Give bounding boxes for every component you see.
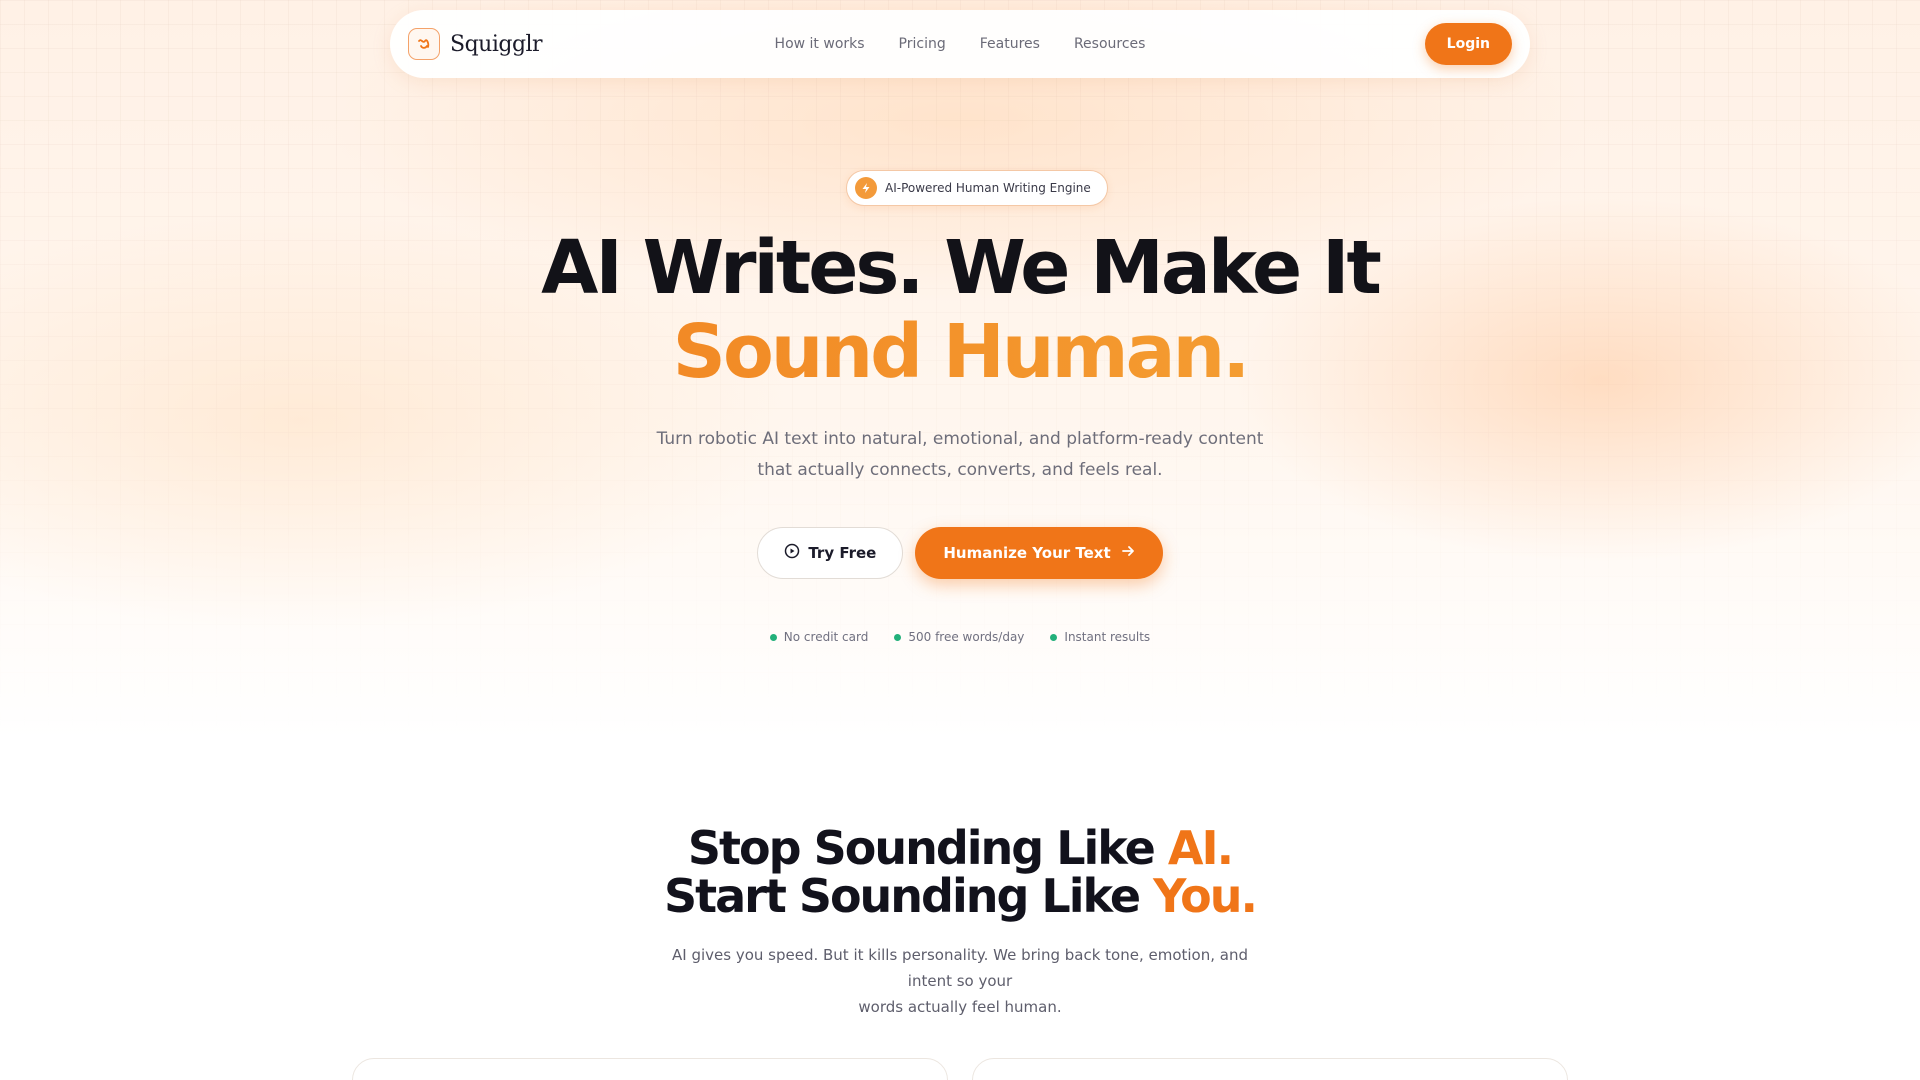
perk-item: 500 free words/day (894, 630, 1024, 644)
humanize-text-button[interactable]: Humanize Your Text (915, 527, 1163, 579)
nav-link-resources[interactable]: Resources (1074, 36, 1146, 52)
badge-text: AI-Powered Human Writing Engine (885, 181, 1091, 195)
section-title-a-accent: AI. (1167, 821, 1234, 875)
check-dot-icon (1050, 633, 1058, 641)
lightning-icon (855, 177, 877, 199)
nav-link-features[interactable]: Features (980, 36, 1040, 52)
try-free-label: Try Free (808, 544, 877, 562)
hero-subtitle: Turn robotic AI text into natural, emoti… (0, 424, 1920, 486)
hero-subtitle-line1: Turn robotic AI text into natural, emoti… (656, 429, 1264, 449)
hero-subtitle-line2: that actually connects, converts, and fe… (757, 460, 1163, 480)
login-button[interactable]: Login (1424, 23, 1512, 65)
nav-links: How it works Pricing Features Resources (775, 36, 1146, 52)
cta-row: Try Free Humanize Your Text (0, 527, 1920, 579)
section-title-a: Stop Sounding Like (687, 821, 1168, 875)
section-title-b: Start Sounding Like (663, 869, 1154, 923)
try-free-button[interactable]: Try Free (757, 527, 904, 579)
humanize-label: Humanize Your Text (943, 544, 1111, 562)
brand[interactable]: Squigglr (408, 28, 543, 60)
top-navbar: Squigglr How it works Pricing Features R… (390, 10, 1530, 78)
comparison-card-right (972, 1058, 1568, 1080)
section-title-b-accent: You. (1153, 869, 1258, 923)
nav-link-pricing[interactable]: Pricing (899, 36, 946, 52)
perk-label: No credit card (783, 630, 869, 644)
hero-title: AI Writes. We Make It Sound Human. (0, 226, 1920, 394)
squiggle-logo-icon (408, 28, 440, 60)
play-circle-icon (784, 543, 800, 563)
section-subtitle-line1: AI gives you speed. But it kills persona… (672, 946, 1248, 990)
section-title-line2: Start Sounding Like You. (663, 869, 1258, 923)
hero-title-accent: Sound Human. (0, 310, 1920, 394)
arrow-right-icon (1121, 544, 1135, 562)
perk-item: Instant results (1050, 630, 1150, 644)
hero-badge: AI-Powered Human Writing Engine (846, 170, 1108, 206)
perk-item: No credit card (769, 630, 869, 644)
hero-title-line1: AI Writes. We Make It (541, 225, 1382, 311)
section-title-line1: Stop Sounding Like AI. (687, 821, 1234, 875)
perk-label: 500 free words/day (908, 630, 1025, 644)
comparison-card-left (352, 1058, 948, 1080)
nav-link-how-it-works[interactable]: How it works (775, 36, 865, 52)
perk-label: Instant results (1064, 630, 1151, 644)
check-dot-icon (894, 633, 902, 641)
brand-name: Squigglr (450, 31, 543, 57)
section-title: Stop Sounding Like AI. Start Sounding Li… (0, 824, 1920, 920)
section-subtitle-line2: words actually feel human. (858, 998, 1062, 1016)
check-dot-icon (769, 633, 777, 641)
section-subtitle: AI gives you speed. But it kills persona… (660, 942, 1260, 1020)
perks-list: No credit card 500 free words/day Instan… (0, 630, 1920, 644)
